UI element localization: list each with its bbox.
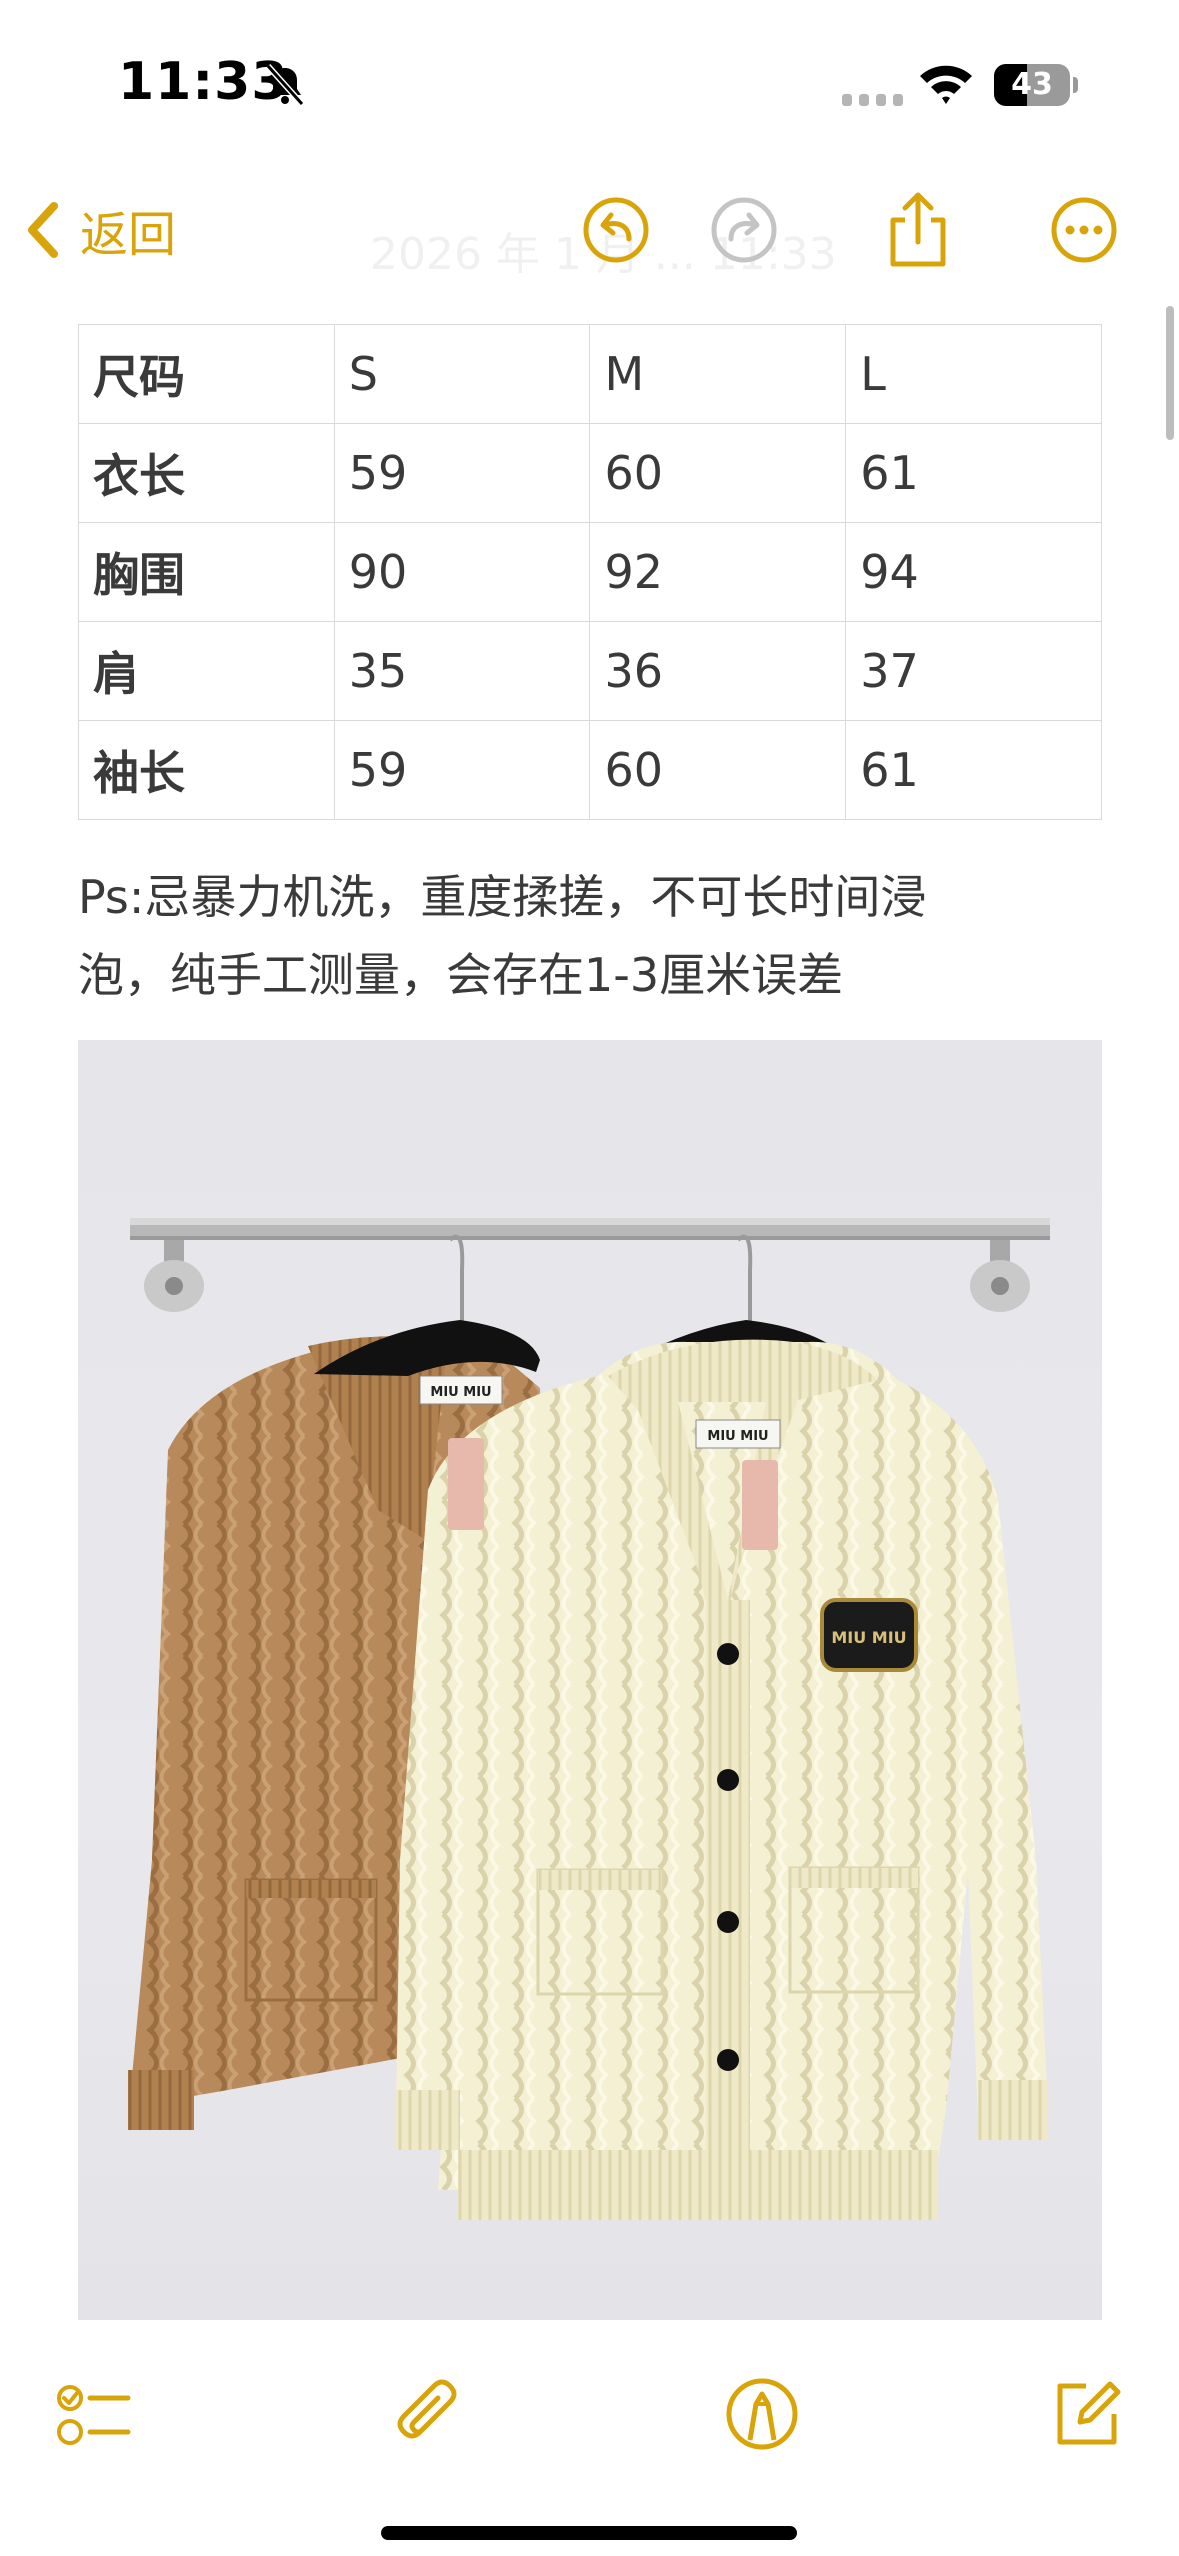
row-label: 胸围 xyxy=(78,522,335,622)
table-cell: 61 xyxy=(845,423,1102,523)
redo-button[interactable] xyxy=(698,184,790,276)
checklist-icon xyxy=(57,2385,131,2445)
wifi-icon xyxy=(920,65,972,104)
table-row: 尺码 S M L xyxy=(78,324,1102,424)
back-label: 返回 xyxy=(80,207,177,263)
scroll-indicator[interactable] xyxy=(1166,306,1174,440)
compose-icon xyxy=(1057,2381,1121,2445)
note-line-2: 泡，纯手工测量，会存在1-3厘米误差 xyxy=(78,948,844,1002)
table-cell: 61 xyxy=(845,720,1102,820)
share-icon xyxy=(890,192,946,267)
product-photo[interactable]: MIU MIU MIU MIU MIU MIU xyxy=(78,1040,1102,2320)
cream-neck-label: MIU MIU xyxy=(707,1429,768,1444)
table-cell: S xyxy=(333,324,591,424)
cardigans-image: MIU MIU MIU MIU MIU MIU xyxy=(128,1218,1050,2220)
table-cell: 59 xyxy=(333,720,591,820)
more-icon xyxy=(1051,197,1117,263)
camel-neck-label: MIU MIU xyxy=(430,1385,491,1400)
table-cell: 92 xyxy=(589,522,847,622)
markup-button[interactable] xyxy=(712,2364,812,2464)
table-cell: 37 xyxy=(845,621,1102,721)
attachment-button[interactable] xyxy=(380,2364,480,2464)
cellular-signal-icon xyxy=(842,94,903,106)
back-button[interactable]: 返回 xyxy=(24,190,176,270)
nav-bar: 2026 年 1 月 ... 11:33 返回 xyxy=(0,170,1179,290)
care-note: Ps:忌暴力机洗，重度揉搓，不可长时间浸 泡，纯手工测量，会存在1-3厘米误差 xyxy=(78,858,1108,1014)
compose-button[interactable] xyxy=(1036,2364,1136,2464)
bell-slash-icon xyxy=(265,63,305,107)
undo-button[interactable] xyxy=(570,184,662,276)
table-cell: 90 xyxy=(333,522,591,622)
table-cell: 59 xyxy=(333,423,591,523)
table-row: 肩 35 36 37 xyxy=(78,621,1102,721)
row-label: 尺码 xyxy=(78,324,335,424)
table-cell: 35 xyxy=(333,621,591,721)
chevron-left-icon xyxy=(28,202,58,258)
home-indicator[interactable] xyxy=(381,2526,797,2540)
table-cell: 94 xyxy=(845,522,1102,622)
table-cell: 60 xyxy=(589,423,847,523)
table-cell: M xyxy=(589,324,847,424)
checklist-button[interactable] xyxy=(44,2364,144,2464)
paperclip-icon xyxy=(397,2379,457,2439)
battery-icon: 43 xyxy=(994,64,1078,106)
table-cell: 36 xyxy=(589,621,847,721)
status-bar: 11:33 43 xyxy=(0,0,1179,150)
size-table: 尺码 S M L 衣长 59 60 61 胸围 90 92 94 肩 35 36 37 袖长 59 60 61 xyxy=(78,324,1102,820)
share-button[interactable] xyxy=(872,184,964,276)
table-row: 胸围 90 92 94 xyxy=(78,522,1102,622)
row-label: 衣长 xyxy=(78,423,335,523)
logo-patch-text: MIU MIU xyxy=(831,1628,906,1647)
bottom-toolbar xyxy=(0,2320,1179,2556)
redo-icon xyxy=(711,197,777,263)
markup-pen-icon xyxy=(726,2378,798,2450)
table-row: 衣长 59 60 61 xyxy=(78,423,1102,523)
more-button[interactable] xyxy=(1038,184,1130,276)
battery-percentage: 43 xyxy=(1011,67,1053,102)
table-cell: L xyxy=(845,324,1102,424)
undo-icon xyxy=(583,197,649,263)
row-label: 肩 xyxy=(78,621,335,721)
note-line-1: Ps:忌暴力机洗，重度揉搓，不可长时间浸 xyxy=(78,870,927,924)
table-cell: 60 xyxy=(589,720,847,820)
row-label: 袖长 xyxy=(78,720,335,820)
table-row: 袖长 59 60 61 xyxy=(78,720,1102,820)
